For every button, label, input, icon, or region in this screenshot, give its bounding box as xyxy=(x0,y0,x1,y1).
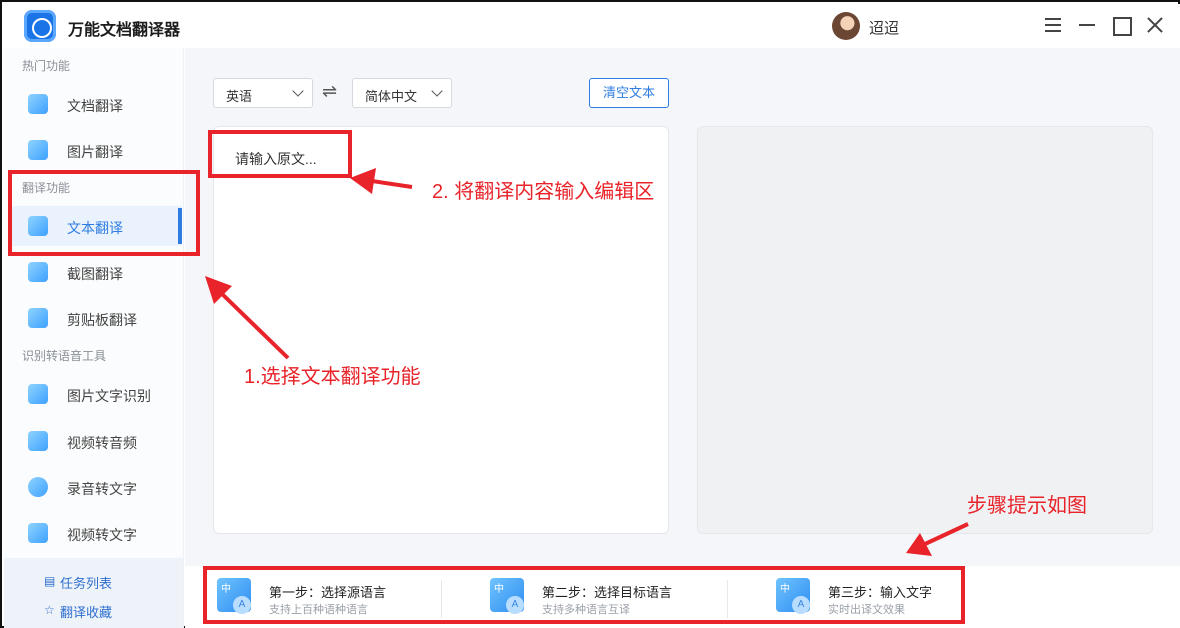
arrow-to-sidebar xyxy=(205,276,290,360)
arrow-to-steps xyxy=(906,522,969,556)
annotation-arrows xyxy=(205,168,969,556)
arrow-to-input xyxy=(350,168,413,194)
